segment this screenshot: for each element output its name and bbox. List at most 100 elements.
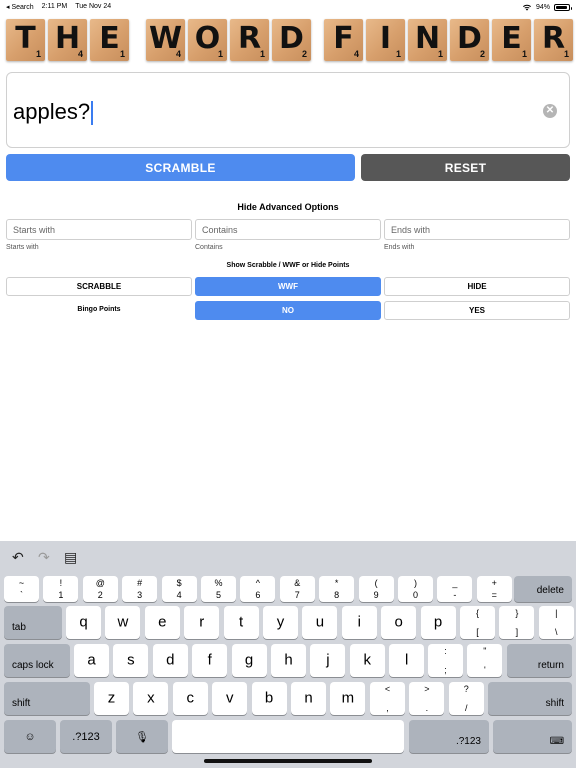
caps-lock-key[interactable]: caps lock	[4, 644, 70, 677]
key-,[interactable]: <,	[370, 682, 405, 715]
tile-points: 2	[301, 49, 307, 59]
key-'[interactable]: " '	[467, 644, 503, 677]
key-a[interactable]: a	[74, 644, 109, 677]
key-m[interactable]: m	[330, 682, 366, 715]
keyboard-toolbar: ↶ ↷ ▤	[0, 541, 576, 573]
key-label: p	[433, 613, 443, 631]
key--[interactable]: _ -	[437, 576, 473, 602]
key-e[interactable]: e	[144, 606, 180, 639]
delete-key[interactable]: delete	[514, 576, 572, 602]
title-tile: I1	[366, 19, 405, 61]
key-label: [	[476, 627, 479, 637]
key-z[interactable]: z	[94, 682, 129, 715]
key-\[interactable]: | \	[538, 606, 574, 639]
bingo-no-option[interactable]: NO	[195, 301, 381, 320]
key-5[interactable]: % 5	[201, 576, 236, 602]
key-][interactable]: }]	[499, 606, 535, 639]
scramble-button[interactable]: SCRAMBLE	[6, 154, 355, 181]
back-to-search-link[interactable]: ◂ Search	[6, 3, 34, 11]
key-label: d	[166, 651, 175, 669]
reset-button[interactable]: RESET	[361, 154, 570, 181]
tile-points: 1	[437, 49, 443, 59]
shift-right-key[interactable]: shift	[488, 682, 572, 715]
key-shift-label: &	[294, 578, 301, 588]
numbers-key-right[interactable]: .?123	[409, 720, 489, 753]
emoji-key[interactable]: ☺	[4, 720, 56, 753]
title-tile: D2	[450, 19, 489, 61]
key-b[interactable]: b	[251, 682, 287, 715]
ends-with-field[interactable]: Ends with	[384, 219, 570, 240]
tab-key[interactable]: tab	[4, 606, 62, 639]
key-r[interactable]: r	[184, 606, 220, 639]
key-3[interactable]: #3	[122, 576, 158, 602]
dictation-key[interactable]: 🎙	[116, 720, 168, 753]
key-n[interactable]: n	[291, 682, 326, 715]
key-l[interactable]: l	[389, 644, 425, 677]
onscreen-keyboard: ↶ ↷ ▤ ~ `! 1 @2 #3 $4% 5 ^ 6 & 7 * 8(9) 0 _ - + = delete ta…	[0, 541, 576, 768]
battery-percent: 94%	[535, 3, 550, 11]
wwf-points-option[interactable]: WWF	[195, 277, 381, 296]
key-7[interactable]: & 7	[279, 576, 315, 602]
key-o[interactable]: o	[381, 606, 417, 639]
key-f[interactable]: f	[192, 644, 228, 677]
key-label: \	[555, 627, 558, 637]
key-w[interactable]: w	[105, 606, 141, 639]
hide-points-option[interactable]: HIDE	[384, 277, 570, 296]
key-1[interactable]: ! 1	[43, 576, 79, 602]
key-9[interactable]: (9	[358, 576, 394, 602]
contains-field[interactable]: Contains	[195, 219, 381, 240]
shift-left-key[interactable]: shift	[4, 682, 90, 715]
key-p[interactable]: p	[420, 606, 456, 639]
key-shift-label: (	[374, 578, 378, 588]
key-i[interactable]: i	[341, 606, 377, 639]
ends-with-label: Ends with	[384, 244, 415, 251]
key-y[interactable]: y	[263, 606, 298, 639]
search-input[interactable]: apples? ✕	[6, 72, 570, 148]
starts-with-placeholder: Starts with	[13, 224, 56, 235]
key-8[interactable]: * 8	[319, 576, 355, 602]
key-`[interactable]: ~ `	[4, 576, 39, 602]
key-[[interactable]: {[	[460, 606, 495, 639]
title-tile: E1	[90, 19, 129, 61]
key-d[interactable]: d	[152, 644, 188, 677]
key-s[interactable]: s	[113, 644, 149, 677]
title-tile: T1	[6, 19, 45, 61]
key-shift-label: ~	[18, 578, 25, 588]
clear-icon[interactable]: ✕	[543, 104, 557, 118]
return-key[interactable]: return	[507, 644, 572, 677]
key-g[interactable]: g	[231, 644, 267, 677]
key-=[interactable]: + =	[476, 576, 512, 602]
space-key[interactable]	[172, 720, 404, 753]
key-q[interactable]: q	[66, 606, 101, 639]
key-v[interactable]: v	[212, 682, 248, 715]
key-label: shift	[12, 698, 31, 709]
key-/[interactable]: ? /	[448, 682, 484, 715]
key-t[interactable]: t	[223, 606, 259, 639]
key-6[interactable]: ^ 6	[240, 576, 276, 602]
key-x[interactable]: x	[133, 682, 169, 715]
key-k[interactable]: k	[349, 644, 385, 677]
key-label: u	[315, 613, 325, 631]
paste-icon[interactable]: ▤	[64, 549, 77, 566]
scrabble-points-option[interactable]: SCRABBLE	[6, 277, 192, 296]
key-label: v	[225, 689, 234, 707]
key-c[interactable]: c	[172, 682, 208, 715]
key-h[interactable]: h	[271, 644, 306, 677]
key-j[interactable]: j	[310, 644, 346, 677]
bingo-yes-option[interactable]: YES	[384, 301, 570, 320]
undo-icon[interactable]: ↶	[12, 549, 24, 566]
tile-points: 4	[175, 49, 181, 59]
key-u[interactable]: u	[302, 606, 338, 639]
numbers-key-left[interactable]: .?123	[60, 720, 112, 753]
key-4[interactable]: $4	[161, 576, 197, 602]
key-label: 4	[176, 590, 182, 600]
key-;[interactable]: :;	[428, 644, 463, 677]
redo-icon[interactable]: ↷	[38, 549, 50, 566]
hide-advanced-options-link[interactable]: Hide Advanced Options	[0, 202, 576, 212]
hide-keyboard-key[interactable]: ⌨	[493, 720, 572, 753]
key-2[interactable]: @2	[82, 576, 118, 602]
key-label: 🎙	[135, 731, 149, 743]
starts-with-field[interactable]: Starts with	[6, 219, 192, 240]
key-0[interactable]: ) 0	[398, 576, 433, 602]
key-.[interactable]: >.	[409, 682, 445, 715]
